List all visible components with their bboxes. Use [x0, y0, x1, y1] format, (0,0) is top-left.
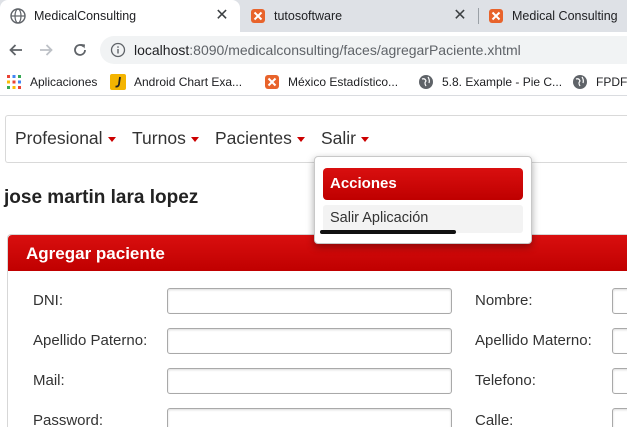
- tab-title: tutosoftware: [274, 9, 343, 23]
- dni-input[interactable]: [167, 288, 452, 314]
- xampp-icon: [488, 8, 504, 24]
- dni-label: DNI:: [33, 292, 63, 309]
- menu-label: Profesional: [15, 128, 103, 148]
- bookmark-label: México Estadístico...: [288, 75, 399, 89]
- telefono-input[interactable]: [612, 368, 627, 394]
- xampp-icon: [250, 8, 266, 24]
- tab-title: MedicalConsulting: [34, 9, 137, 23]
- bookmark-fpdf[interactable]: FPDF: [572, 72, 627, 92]
- bookmark-mexico[interactable]: México Estadístico...: [264, 72, 398, 92]
- dropdown-header-label: Acciones: [330, 175, 397, 192]
- menu-label: Salir: [321, 128, 357, 148]
- reload-icon[interactable]: [66, 36, 94, 64]
- calle-label: Calle:: [475, 412, 514, 427]
- menu-turnos[interactable]: Turnos: [132, 128, 199, 149]
- bookmark-apps[interactable]: Aplicaciones: [6, 72, 97, 92]
- tab-medical-consulting[interactable]: Medical Consulting: [478, 0, 627, 32]
- calle-input[interactable]: [612, 408, 627, 427]
- menu-label: Turnos: [132, 128, 186, 148]
- menu-salir[interactable]: Salir: [321, 128, 370, 149]
- tab-title: Medical Consulting: [512, 9, 618, 23]
- info-icon[interactable]: [110, 42, 126, 58]
- bookmark-android-chart[interactable]: Android Chart Exa...: [110, 72, 242, 92]
- globe-icon: [572, 74, 588, 90]
- apps-grid-icon: [6, 74, 22, 90]
- bookmark-label: Aplicaciones: [30, 75, 98, 89]
- telefono-label: Telefono:: [475, 372, 536, 389]
- url-path: :8090/medicalconsulting/faces/agregarPac…: [189, 42, 521, 58]
- caret-down-icon: [190, 137, 199, 142]
- close-tab-icon[interactable]: ✕: [452, 8, 468, 24]
- forward-icon[interactable]: [32, 36, 60, 64]
- apellido-paterno-label: Apellido Paterno:: [33, 332, 148, 349]
- tab-medicalconsulting[interactable]: MedicalConsulting ✕: [0, 0, 240, 32]
- address-bar[interactable]: localhost:8090/medicalconsulting/faces/a…: [100, 36, 627, 64]
- dropdown-item-label: Salir Aplicación: [330, 210, 429, 226]
- j-logo-icon: [110, 74, 126, 90]
- browser-window: MedicalConsulting ✕ tutosoftware ✕ Medic…: [0, 0, 627, 427]
- dropdown-header: Acciones: [323, 168, 523, 200]
- password-input[interactable]: [167, 408, 452, 427]
- caret-down-icon: [361, 137, 370, 142]
- bookmark-label: 5.8. Example - Pie C...: [442, 75, 563, 89]
- menu-pacientes[interactable]: Pacientes: [215, 128, 305, 149]
- menu-profesional[interactable]: Profesional: [15, 128, 116, 149]
- close-tab-icon[interactable]: ✕: [214, 8, 230, 24]
- globe-icon: [10, 8, 26, 24]
- xampp-icon: [264, 74, 280, 90]
- apellido-materno-label: Apellido Materno:: [475, 332, 592, 349]
- url-host: localhost: [134, 42, 190, 58]
- mail-label: Mail:: [33, 372, 65, 389]
- annotation-underline: [320, 230, 456, 234]
- user-name: jose martin lara lopez: [4, 187, 199, 208]
- salir-aplicacion-item[interactable]: Salir Aplicación: [323, 205, 523, 233]
- tab-strip: MedicalConsulting ✕ tutosoftware ✕ Medic…: [0, 0, 627, 32]
- caret-down-icon: [107, 137, 116, 142]
- nombre-label: Nombre:: [475, 292, 533, 309]
- bookmark-label: Android Chart Exa...: [134, 75, 243, 89]
- bookmarks-bar: Aplicaciones Android Chart Exa... México…: [0, 68, 627, 96]
- back-icon[interactable]: [2, 36, 30, 64]
- caret-down-icon: [296, 137, 305, 142]
- menu-label: Pacientes: [215, 128, 292, 148]
- bookmark-pie-chart[interactable]: 5.8. Example - Pie C...: [418, 72, 562, 92]
- panel-title: Agregar paciente: [26, 244, 165, 263]
- add-patient-panel: Agregar paciente DNI: Nombre: Apellido P…: [7, 234, 627, 427]
- password-label: Password:: [33, 412, 104, 427]
- mail-input[interactable]: [167, 368, 452, 394]
- globe-icon: [418, 74, 434, 90]
- page-content: Profesional Turnos Pacientes Salir jose …: [0, 97, 627, 427]
- apellido-materno-input[interactable]: [612, 328, 627, 354]
- bookmark-label: FPDF: [596, 75, 627, 89]
- nombre-input[interactable]: [612, 288, 627, 314]
- browser-toolbar: localhost:8090/medicalconsulting/faces/a…: [0, 32, 627, 68]
- apellido-paterno-input[interactable]: [167, 328, 452, 354]
- tab-tutosoftware[interactable]: tutosoftware ✕: [240, 0, 478, 32]
